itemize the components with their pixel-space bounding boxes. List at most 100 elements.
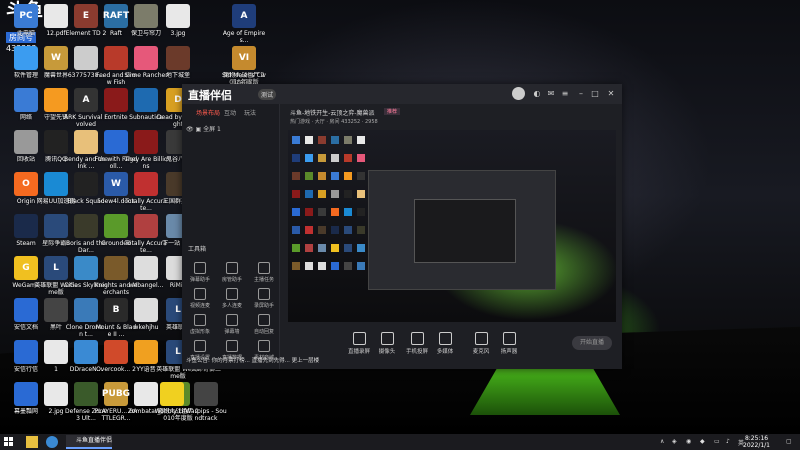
toolbox-item[interactable]: 录屏助手 <box>250 288 278 309</box>
tool-icon <box>258 288 270 300</box>
preview-icon <box>357 244 365 252</box>
network-icon[interactable]: ▭ <box>714 438 720 445</box>
desktop-icon-label: 3.jpg <box>170 30 186 37</box>
windows-start-icon[interactable] <box>4 437 14 447</box>
preview-icon <box>344 226 352 234</box>
tray-app-icon[interactable]: ◈ <box>672 438 677 445</box>
notification-icon[interactable]: ▢ <box>786 438 792 445</box>
tool-label: 多人连麦 <box>221 303 242 309</box>
desktop-icon[interactable]: 3.jpg <box>156 4 200 37</box>
preview-icon <box>331 172 339 180</box>
toolbox-item[interactable]: 弹幕墙 <box>218 314 246 335</box>
tab-play[interactable]: 玩法 <box>244 108 256 117</box>
message-icon[interactable]: ✉ <box>546 89 556 99</box>
preview-icon <box>331 208 339 216</box>
minimize-icon[interactable]: – <box>576 89 586 99</box>
app-icon <box>166 46 190 70</box>
preview-icon <box>357 172 365 180</box>
menu-icon[interactable]: ≡ <box>560 89 570 99</box>
desktop-icon[interactable]: A Age of Empires... <box>222 4 266 44</box>
tool-icon <box>258 340 270 352</box>
preview-icon <box>331 244 339 252</box>
toolbox-item[interactable]: 房管助手 <box>218 262 246 283</box>
desktop-icon[interactable]: 地下城堡 <box>156 46 200 79</box>
stream-preview[interactable] <box>288 130 616 322</box>
preview-icon <box>292 208 300 216</box>
source-icon <box>474 332 488 345</box>
tool-icon <box>226 288 238 300</box>
tool-icon <box>258 262 270 274</box>
maximize-icon[interactable]: □ <box>590 89 600 99</box>
app-titlebar[interactable]: 直播伴侣 测试 ◐ ✉ ≡ – □ ✕ <box>182 84 622 104</box>
source-button[interactable]: 扬声器 <box>492 332 526 355</box>
toolbox-item[interactable]: 弹幕助手 <box>186 262 214 283</box>
toolbox-item[interactable]: 多人连麦 <box>218 288 246 309</box>
source-button[interactable]: 摄像头 <box>370 332 404 355</box>
preview-icon <box>357 154 365 162</box>
toolbox-item[interactable]: 虚拟形象 <box>186 314 214 335</box>
preview-icon <box>331 226 339 234</box>
preview-icon <box>292 136 300 144</box>
desktop-icon-label: Warpips - Soundtrack <box>185 408 227 422</box>
tray-app-icon-3[interactable]: ◆ <box>700 438 705 445</box>
desktop: 斗鱼 房间号 433252 PC此电脑12.pdfEElement TD 2RA… <box>0 0 800 434</box>
close-icon[interactable]: ✕ <box>606 89 616 99</box>
tab-scene[interactable]: 场景布局 <box>196 108 220 117</box>
app-icon <box>134 4 158 28</box>
streaming-app-window: 直播伴侣 测试 ◐ ✉ ≡ – □ ✕ 场景布局 互动 玩法 👁 ▣ 全屏 1 … <box>182 84 622 369</box>
desktop-icon-label: 地下城堡 <box>165 72 190 79</box>
source-icon <box>438 332 452 345</box>
app-icon: A <box>232 4 256 28</box>
preview-icon <box>305 136 313 144</box>
tool-icon <box>258 314 270 326</box>
preview-icon <box>344 208 352 216</box>
toolbox-item[interactable]: 主播任务 <box>250 262 278 283</box>
app-icon <box>134 214 158 238</box>
taskbar-app-douyu[interactable]: 斗鱼直播伴侣 <box>66 435 112 449</box>
taskbar: 斗鱼直播伴侣 ∧ ◈ ◉ ◆ ▭ ♪ 英 8:25:16 2022/1/1 ▢ <box>0 434 800 450</box>
skin-icon[interactable]: ◐ <box>532 89 542 99</box>
toolbox-item[interactable]: 视频连麦 <box>186 288 214 309</box>
desktop-icon[interactable]: VI Sid Meier's Civilizatio... <box>222 46 266 86</box>
avatar[interactable] <box>512 87 525 100</box>
clock[interactable]: 8:25:16 2022/1/1 <box>743 435 770 449</box>
clock-time: 8:25:16 <box>744 435 769 442</box>
preview-icon <box>305 244 313 252</box>
preview-icon <box>318 208 326 216</box>
tool-icon <box>226 262 238 274</box>
tool-label: 视频连麦 <box>189 303 210 309</box>
tray-chevron-icon[interactable]: ∧ <box>660 438 664 445</box>
preview-icon <box>305 172 313 180</box>
file-explorer-icon[interactable] <box>26 436 38 448</box>
preview-icon <box>292 154 300 162</box>
preview-icon <box>292 172 300 180</box>
tool-label: 自动回复 <box>253 329 274 335</box>
preview-icon <box>318 172 326 180</box>
app-icon <box>134 46 158 70</box>
preview-icon <box>344 154 352 162</box>
preview-icon <box>305 190 313 198</box>
preview-icon <box>357 208 365 216</box>
toolbox-item[interactable]: 自动回复 <box>250 314 278 335</box>
tab-interact[interactable]: 互动 <box>224 108 236 117</box>
preview-icon <box>318 136 326 144</box>
browser-icon[interactable] <box>46 436 58 448</box>
source-button[interactable]: 多媒体 <box>428 332 462 355</box>
preview-icon <box>305 154 313 162</box>
preview-icon <box>344 244 352 252</box>
volume-icon[interactable]: ♪ <box>726 438 730 445</box>
start-live-button[interactable]: 开始直播 <box>572 336 612 350</box>
app-icon <box>160 382 184 406</box>
preview-icon <box>331 154 339 162</box>
app-icon <box>134 256 158 280</box>
preview-icon <box>357 262 365 270</box>
tool-label: 弹幕墙 <box>224 329 240 335</box>
tray-app-icon-2[interactable]: ◉ <box>686 438 691 445</box>
preview-icon <box>305 262 313 270</box>
preview-icon <box>331 262 339 270</box>
scene-item[interactable]: 👁 ▣ 全屏 1 <box>186 124 221 133</box>
app-icon <box>134 130 158 154</box>
desktop-icon[interactable]: Warpips - Soundtrack <box>184 382 228 422</box>
app-icon: VI <box>232 46 256 70</box>
scene-name: 全屏 1 <box>203 126 221 133</box>
